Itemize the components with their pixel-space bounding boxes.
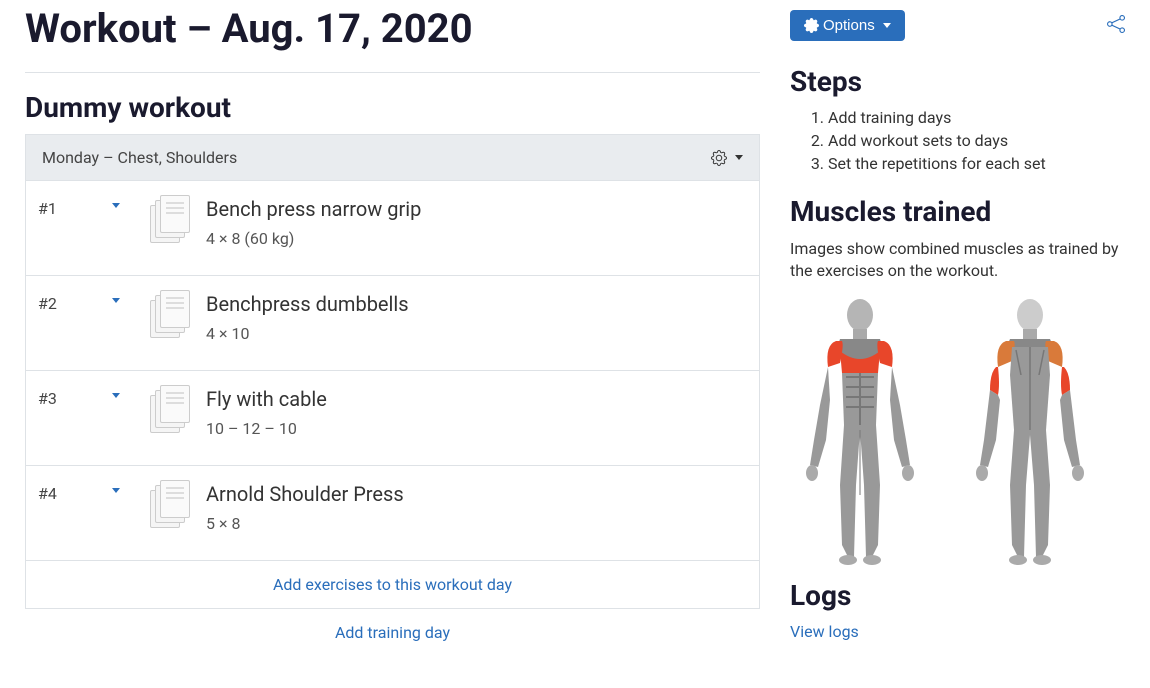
exercise-row: #3 Fly with cable 10 – 12 – 10	[25, 371, 760, 466]
chevron-down-icon	[735, 155, 743, 160]
document-stack-icon	[136, 193, 206, 245]
exercise-name[interactable]: Arnold Shoulder Press	[206, 482, 759, 506]
document-stack-icon	[136, 288, 206, 340]
options-button[interactable]: Options	[790, 10, 905, 41]
add-exercises-row: Add exercises to this workout day	[25, 561, 760, 609]
exercise-sets: 4 × 10	[206, 324, 759, 343]
step-item: Set the repetitions for each set	[828, 154, 1125, 173]
exercise-sets: 10 – 12 – 10	[206, 419, 759, 438]
exercise-menu-toggle[interactable]	[112, 203, 120, 208]
share-icon	[1107, 15, 1125, 33]
gear-icon	[711, 150, 727, 166]
logs-heading: Logs	[790, 579, 1125, 612]
exercise-row: #1 Bench press narrow grip 4 × 8 (60 kg)	[25, 181, 760, 276]
muscles-heading: Muscles trained	[790, 195, 1125, 228]
step-item: Add workout sets to days	[828, 131, 1125, 150]
page-title: Workout – Aug. 17, 2020	[25, 5, 760, 73]
day-options-menu[interactable]	[711, 150, 743, 166]
step-item: Add training days	[828, 108, 1125, 127]
muscle-figure-back	[960, 295, 1100, 565]
exercise-number: #2	[26, 288, 96, 313]
muscle-figure-front	[790, 295, 930, 565]
exercise-menu-toggle[interactable]	[112, 488, 120, 493]
options-button-label: Options	[823, 17, 875, 34]
steps-list: Add training days Add workout sets to day…	[828, 108, 1125, 173]
exercise-number: #4	[26, 478, 96, 503]
muscle-figures	[790, 295, 1125, 565]
exercise-number: #1	[26, 193, 96, 218]
document-stack-icon	[136, 383, 206, 435]
document-stack-icon	[136, 478, 206, 530]
exercise-name[interactable]: Benchpress dumbbells	[206, 292, 759, 316]
exercise-menu-toggle[interactable]	[112, 298, 120, 303]
add-training-day-link[interactable]: Add training day	[335, 623, 450, 642]
exercise-menu-toggle[interactable]	[112, 393, 120, 398]
exercise-sets: 4 × 8 (60 kg)	[206, 229, 759, 248]
muscles-description: Images show combined muscles as trained …	[790, 238, 1125, 283]
add-training-day-row: Add training day	[25, 609, 760, 656]
day-header: Monday – Chest, Shoulders	[25, 134, 760, 181]
steps-heading: Steps	[790, 65, 1125, 98]
workout-name: Dummy workout	[25, 91, 760, 124]
exercise-row: #2 Benchpress dumbbells 4 × 10	[25, 276, 760, 371]
share-button[interactable]	[1107, 15, 1125, 37]
exercise-row: #4 Arnold Shoulder Press 5 × 8	[25, 466, 760, 561]
chevron-down-icon	[883, 23, 891, 28]
exercise-name[interactable]: Fly with cable	[206, 387, 759, 411]
exercise-number: #3	[26, 383, 96, 408]
day-label: Monday – Chest, Shoulders	[42, 148, 237, 167]
exercise-name[interactable]: Bench press narrow grip	[206, 197, 759, 221]
gear-icon	[804, 18, 819, 33]
exercise-sets: 5 × 8	[206, 514, 759, 533]
add-exercises-link[interactable]: Add exercises to this workout day	[273, 575, 512, 594]
view-logs-link[interactable]: View logs	[790, 622, 859, 641]
